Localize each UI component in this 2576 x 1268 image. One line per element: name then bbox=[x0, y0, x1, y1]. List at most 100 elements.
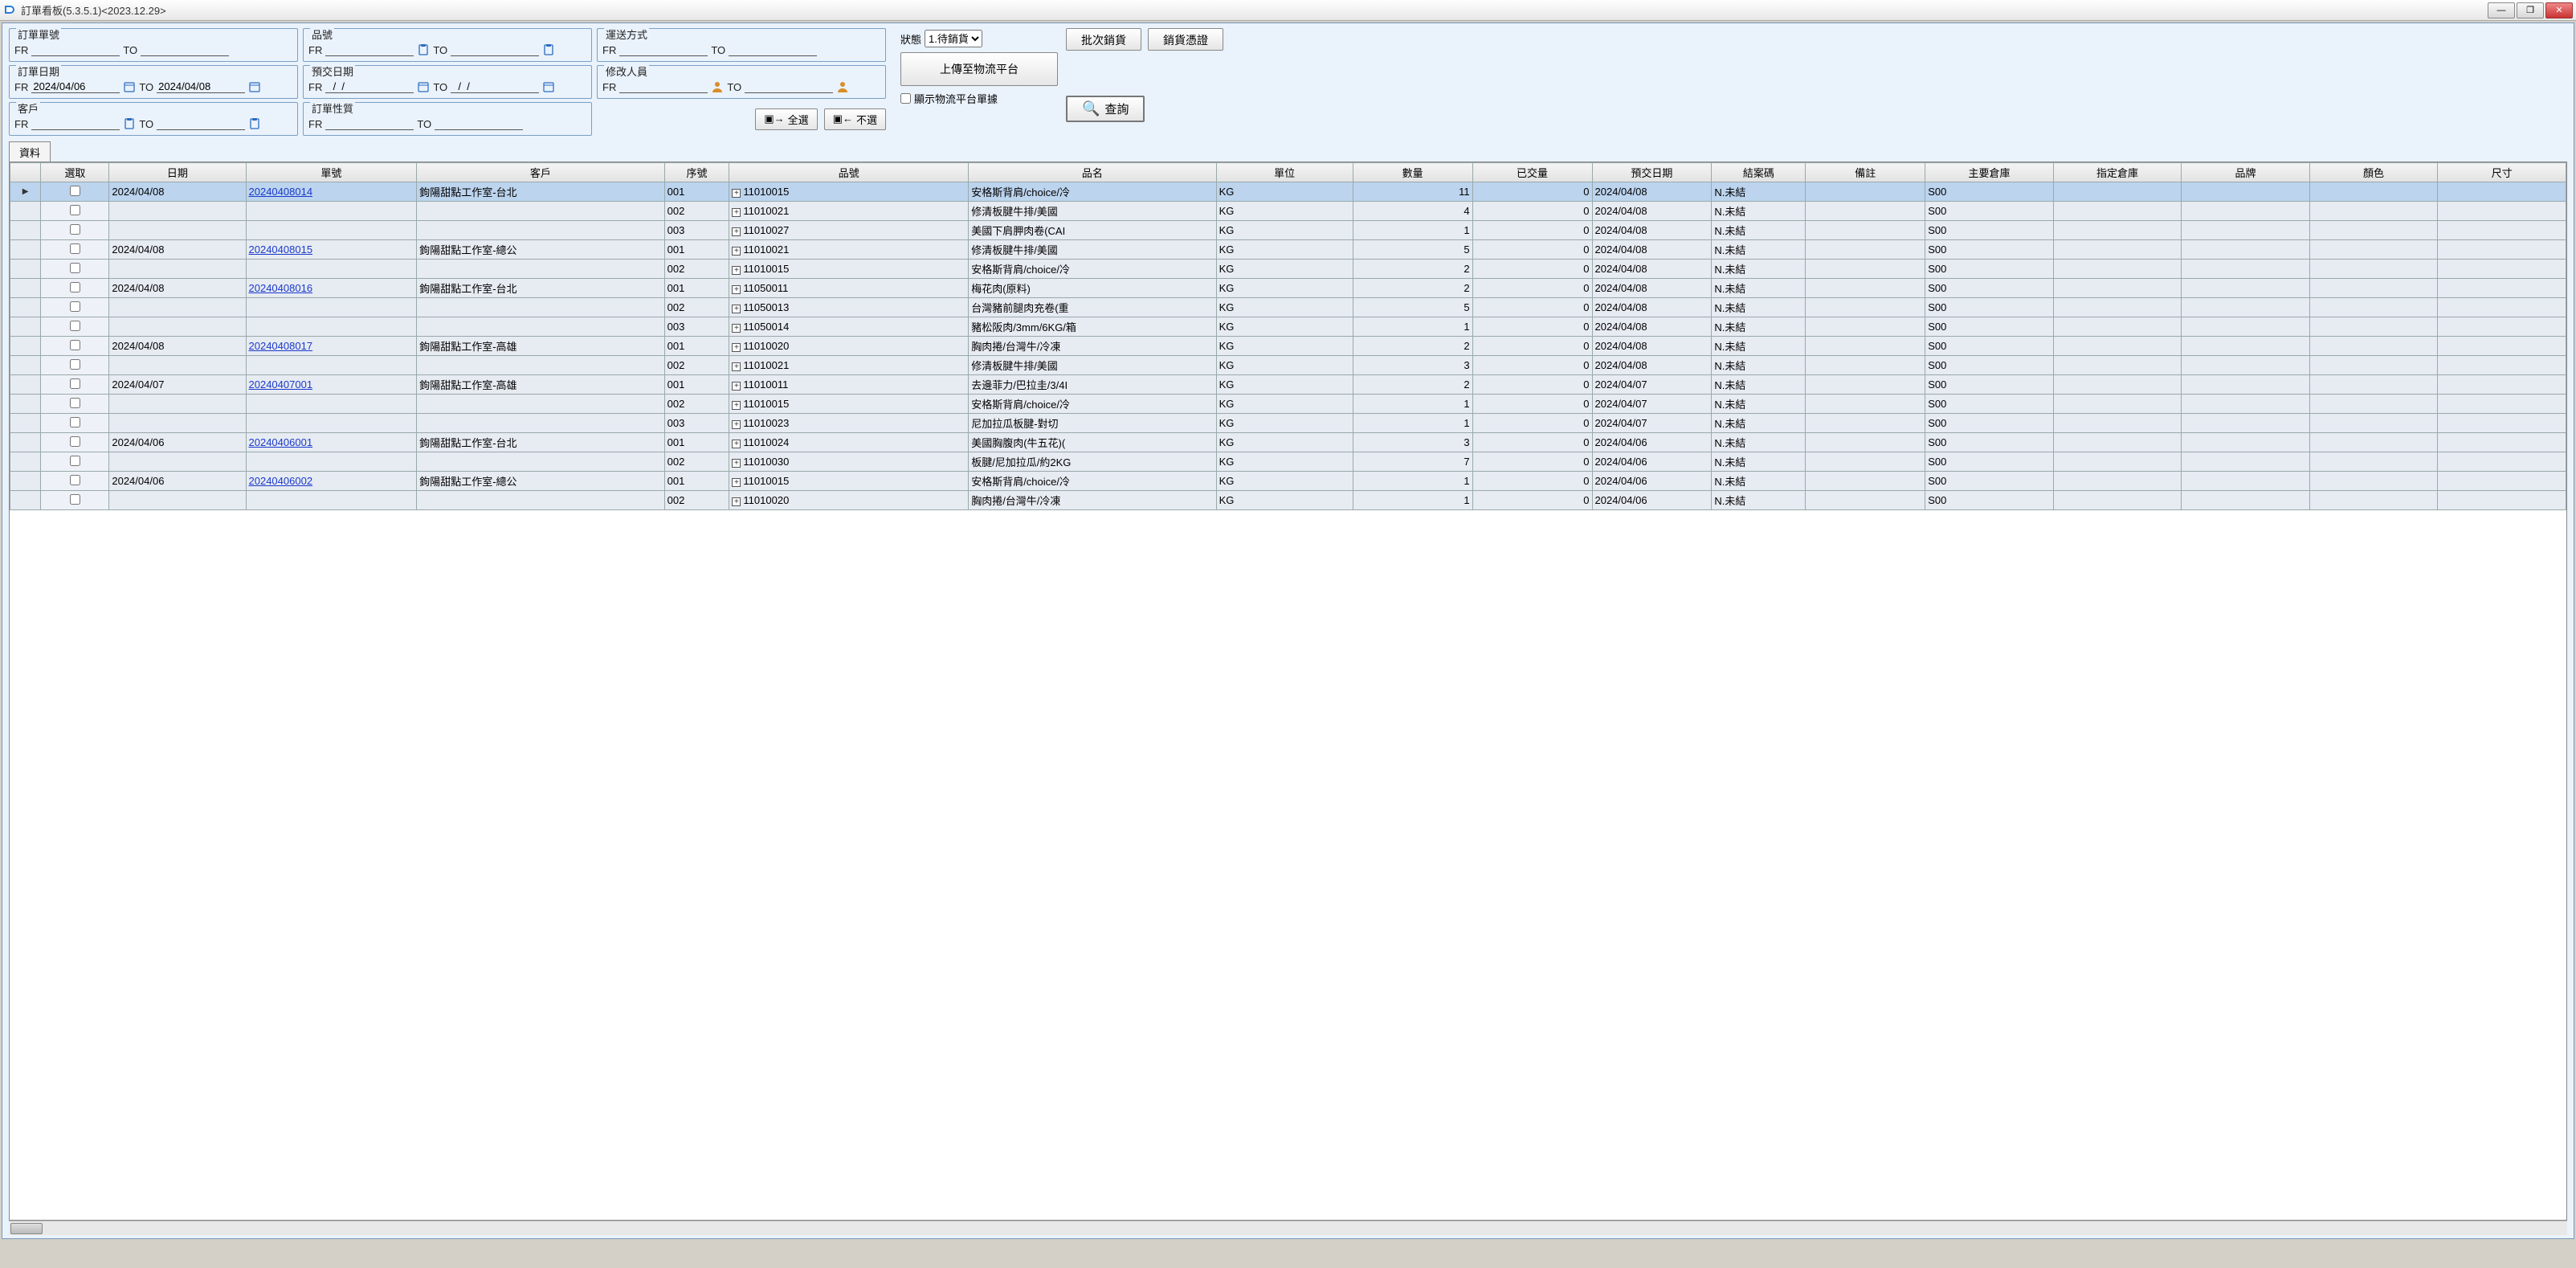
table-row[interactable]: 2024/04/0620240406002鉤陽甜點工作室-總公001+11010… bbox=[10, 472, 2566, 491]
deselect-all-button[interactable]: ▣← 不選 bbox=[824, 108, 886, 130]
cell-product-no[interactable]: +11010015 bbox=[729, 395, 969, 414]
cell-product-no[interactable]: +11010011 bbox=[729, 375, 969, 395]
table-row[interactable]: 002+11010015安格斯背肩/choice/冷KG202024/04/08… bbox=[10, 260, 2566, 279]
cell-order-link[interactable] bbox=[246, 202, 417, 221]
show-logistics-checkbox[interactable]: 顯示物流平台單據 bbox=[900, 91, 998, 106]
table-row[interactable]: 003+11010027美國下肩胛肉卷(CAIKG102024/04/08N.未… bbox=[10, 221, 2566, 240]
calendar-icon[interactable] bbox=[542, 80, 555, 93]
cell-order-link[interactable]: 20240406001 bbox=[246, 433, 417, 452]
row-checkbox[interactable] bbox=[41, 356, 109, 375]
cell-product-no[interactable]: +11050011 bbox=[729, 279, 969, 298]
data-grid[interactable]: 選取日期單號客戶序號品號品名單位數量已交量預交日期結案碼備註主要倉庫指定倉庫品牌… bbox=[9, 162, 2567, 1221]
table-row[interactable]: 003+11050014豬松阪肉/3mm/6KG/箱KG102024/04/08… bbox=[10, 317, 2566, 337]
modifier-to-input[interactable] bbox=[745, 80, 833, 93]
maximize-button[interactable]: ❐ bbox=[2517, 2, 2544, 18]
table-row[interactable]: 002+11050013台灣豬前腿肉充卷(重KG502024/04/08N.未結… bbox=[10, 298, 2566, 317]
column-header[interactable]: 品名 bbox=[969, 163, 1216, 182]
cell-product-no[interactable]: +11010020 bbox=[729, 337, 969, 356]
cell-order-link[interactable]: 20240408015 bbox=[246, 240, 417, 260]
column-header[interactable]: 單位 bbox=[1216, 163, 1353, 182]
column-header[interactable]: 品牌 bbox=[2182, 163, 2310, 182]
cell-product-no[interactable]: +11050013 bbox=[729, 298, 969, 317]
scroll-thumb[interactable] bbox=[10, 1223, 43, 1234]
table-row[interactable]: 2024/04/0720240407001鉤陽甜點工作室-高雄001+11010… bbox=[10, 375, 2566, 395]
row-checkbox[interactable] bbox=[41, 260, 109, 279]
cell-order-link[interactable] bbox=[246, 356, 417, 375]
shipping-to-input[interactable] bbox=[729, 43, 817, 56]
cell-product-no[interactable]: +11010023 bbox=[729, 414, 969, 433]
row-checkbox[interactable] bbox=[41, 298, 109, 317]
horizontal-scrollbar[interactable] bbox=[9, 1221, 2567, 1235]
batch-ship-button[interactable]: 批次銷貨 bbox=[1066, 28, 1141, 51]
cell-order-link[interactable] bbox=[246, 395, 417, 414]
product-from-input[interactable] bbox=[325, 43, 414, 56]
column-header[interactable]: 備註 bbox=[1806, 163, 1925, 182]
row-checkbox[interactable] bbox=[41, 240, 109, 260]
cell-product-no[interactable]: +11010024 bbox=[729, 433, 969, 452]
column-header[interactable]: 指定倉庫 bbox=[2053, 163, 2182, 182]
cell-order-link[interactable] bbox=[246, 414, 417, 433]
cell-order-link[interactable]: 20240408017 bbox=[246, 337, 417, 356]
cell-product-no[interactable]: +11010015 bbox=[729, 260, 969, 279]
row-checkbox[interactable] bbox=[41, 221, 109, 240]
order-type-from-input[interactable] bbox=[325, 117, 414, 130]
table-row[interactable]: 003+11010023尼加拉瓜板腱-對切KG102024/04/07N.未結S… bbox=[10, 414, 2566, 433]
column-header[interactable]: 序號 bbox=[664, 163, 729, 182]
due-date-from-input[interactable] bbox=[325, 80, 414, 93]
table-row[interactable]: 002+11010021修清板腱牛排/美國KG302024/04/08N.未結S… bbox=[10, 356, 2566, 375]
column-header[interactable]: 主要倉庫 bbox=[1925, 163, 2054, 182]
cell-order-link[interactable]: 20240407001 bbox=[246, 375, 417, 395]
column-header[interactable]: 結案碼 bbox=[1712, 163, 1806, 182]
cell-order-link[interactable] bbox=[246, 298, 417, 317]
row-checkbox[interactable] bbox=[41, 433, 109, 452]
clipboard-icon[interactable] bbox=[417, 43, 430, 56]
upload-logistics-button[interactable]: 上傳至物流平台 bbox=[900, 52, 1058, 86]
table-row[interactable]: 002+11010030板腱/尼加拉瓜/約2KGKG702024/04/06N.… bbox=[10, 452, 2566, 472]
cell-product-no[interactable]: +11010030 bbox=[729, 452, 969, 472]
calendar-icon[interactable] bbox=[417, 80, 430, 93]
order-date-from-input[interactable] bbox=[31, 80, 120, 93]
row-checkbox[interactable] bbox=[41, 317, 109, 337]
modifier-from-input[interactable] bbox=[619, 80, 708, 93]
column-header[interactable]: 預交日期 bbox=[1592, 163, 1712, 182]
row-checkbox[interactable] bbox=[41, 395, 109, 414]
customer-from-input[interactable] bbox=[31, 117, 120, 130]
row-checkbox[interactable] bbox=[41, 279, 109, 298]
cell-order-link[interactable] bbox=[246, 317, 417, 337]
cell-product-no[interactable]: +11050014 bbox=[729, 317, 969, 337]
shipping-from-input[interactable] bbox=[619, 43, 708, 56]
minimize-button[interactable]: — bbox=[2488, 2, 2515, 18]
column-header[interactable]: 客戶 bbox=[417, 163, 664, 182]
cell-product-no[interactable]: +11010021 bbox=[729, 240, 969, 260]
row-checkbox[interactable] bbox=[41, 472, 109, 491]
cell-order-link[interactable]: 20240406002 bbox=[246, 472, 417, 491]
cell-order-link[interactable] bbox=[246, 491, 417, 510]
cell-order-link[interactable] bbox=[246, 221, 417, 240]
row-checkbox[interactable] bbox=[41, 414, 109, 433]
cell-order-link[interactable]: 20240408014 bbox=[246, 182, 417, 202]
calendar-icon[interactable] bbox=[123, 80, 136, 93]
column-header[interactable]: 已交量 bbox=[1472, 163, 1592, 182]
cell-product-no[interactable]: +11010027 bbox=[729, 221, 969, 240]
column-header[interactable]: 數量 bbox=[1353, 163, 1472, 182]
clipboard-icon[interactable] bbox=[542, 43, 555, 56]
calendar-icon[interactable] bbox=[248, 80, 261, 93]
clipboard-icon[interactable] bbox=[248, 117, 261, 130]
cell-product-no[interactable]: +11010020 bbox=[729, 491, 969, 510]
order-no-from-input[interactable] bbox=[31, 43, 120, 56]
row-checkbox[interactable] bbox=[41, 375, 109, 395]
cell-product-no[interactable]: +11010015 bbox=[729, 182, 969, 202]
product-to-input[interactable] bbox=[451, 43, 539, 56]
row-checkbox[interactable] bbox=[41, 491, 109, 510]
select-all-button[interactable]: ▣→ 全選 bbox=[755, 108, 817, 130]
cell-product-no[interactable]: +11010021 bbox=[729, 356, 969, 375]
row-checkbox[interactable] bbox=[41, 202, 109, 221]
column-header[interactable]: 品號 bbox=[729, 163, 969, 182]
close-button[interactable]: ✕ bbox=[2545, 2, 2573, 18]
table-row[interactable]: 2024/04/0820240408014鉤陽甜點工作室-台北001+11010… bbox=[10, 182, 2566, 202]
column-header[interactable]: 顏色 bbox=[2309, 163, 2438, 182]
order-type-to-input[interactable] bbox=[435, 117, 523, 130]
sales-doc-button[interactable]: 銷貨憑證 bbox=[1148, 28, 1223, 51]
cell-order-link[interactable] bbox=[246, 260, 417, 279]
table-row[interactable]: 2024/04/0820240408016鉤陽甜點工作室-台北001+11050… bbox=[10, 279, 2566, 298]
